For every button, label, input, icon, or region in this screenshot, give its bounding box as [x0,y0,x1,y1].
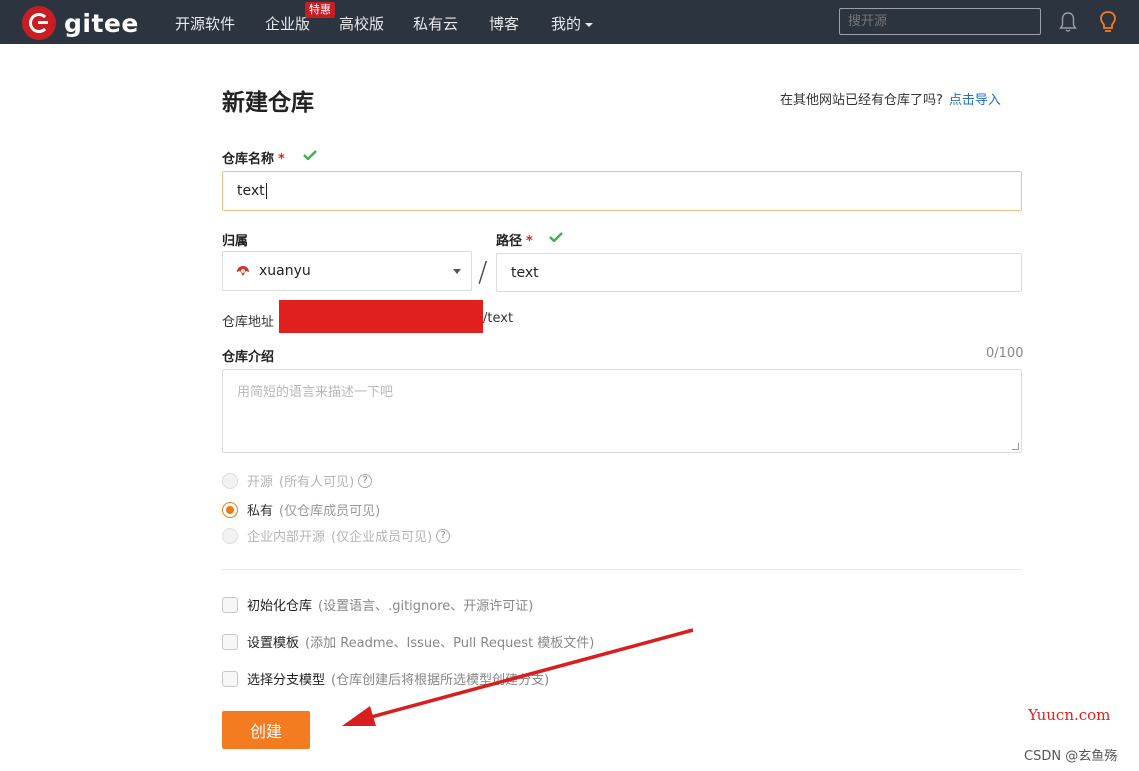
visibility-open-source[interactable]: 开源 (所有人可见) ? [222,471,373,490]
import-link[interactable]: 点击导入 [949,93,1001,108]
intro-label: 仓库介绍 [222,350,275,365]
repo-name-label-text: 仓库名称 [222,152,275,167]
path-value: text [511,264,539,281]
help-icon[interactable]: ? [436,528,451,543]
radio-note: (所有人可见) [279,475,355,490]
path-label: 路径 * [496,230,533,249]
checkbox[interactable] [222,670,238,687]
nav-open-source[interactable]: 开源软件 [175,13,235,34]
owner-label: 归属 [222,234,249,249]
repo-name-label: 仓库名称 * [222,148,285,167]
required-mark: * [278,152,285,167]
checkbox[interactable] [222,633,238,650]
option-label: 初始化仓库 [247,599,313,614]
nav-mine-menu[interactable]: 我的 [551,13,594,34]
owner-select[interactable]: xuanyu [222,251,472,291]
import-hint: 在其他网站已经有仓库了吗? 点击导入 [780,89,1001,108]
gitee-logo[interactable]: gitee [22,6,139,40]
check-icon [303,150,317,160]
watermark-csdn: CSDN @玄鱼殇 [1024,749,1118,764]
option-note: (设置语言、.gitignore、开源许可证) [318,599,534,614]
chevron-down-icon [585,22,594,27]
watermark-yuucn: Yuucn.com [1028,706,1111,724]
page-title: 新建仓库 [222,90,314,116]
option-init-repo[interactable]: 初始化仓库 (设置语言、.gitignore、开源许可证) [222,595,533,614]
nav-mine-label: 我的 [551,15,582,33]
radio-button[interactable] [222,527,238,544]
nav-education[interactable]: 高校版 [339,13,384,34]
lightbulb-icon[interactable] [1099,10,1117,34]
logo-text: gitee [64,8,139,38]
path-label-text: 路径 [496,234,523,249]
resize-handle[interactable] [1012,443,1019,450]
owner-value: xuanyu [259,263,311,279]
promo-badge: 特惠 [305,2,335,18]
import-hint-text: 在其他网站已经有仓库了吗? [780,93,943,108]
repo-address-label: 仓库地址 [222,315,275,330]
radio-button[interactable] [222,472,238,489]
nav-enterprise[interactable]: 企业版 [265,13,310,34]
annotation-arrow-icon [342,628,694,726]
redaction-box [279,300,483,333]
required-mark: * [526,234,533,249]
repo-name-input[interactable]: text [222,171,1022,211]
help-icon[interactable]: ? [358,473,373,488]
user-avatar-icon [237,266,249,276]
nav-private-cloud[interactable]: 私有云 [413,13,458,34]
option-label: 选择分支模型 [247,673,326,688]
checkbox[interactable] [222,596,238,613]
divider [222,569,1022,570]
radio-label: 企业内部开源 [247,530,326,545]
repo-address-suffix: /text [483,311,514,326]
intro-placeholder: 用简短的语言来描述一下吧 [237,385,394,400]
check-icon [549,232,563,242]
radio-button[interactable] [222,501,238,518]
intro-textarea[interactable]: 用简短的语言来描述一下吧 [222,369,1022,453]
top-navbar: gitee 开源软件 企业版 特惠 高校版 私有云 博客 我的 [0,0,1139,44]
radio-note: (仅仓库成员可见) [279,504,381,519]
bell-icon[interactable] [1059,11,1077,33]
radio-label: 私有 [247,504,274,519]
create-button[interactable]: 创建 [222,711,310,749]
visibility-private[interactable]: 私有 (仅仓库成员可见) [222,500,380,519]
text-cursor [265,183,267,199]
path-input[interactable]: text [496,253,1022,292]
radio-label: 开源 [247,475,274,490]
chevron-down-icon [453,269,461,274]
nav-blog[interactable]: 博客 [489,13,519,34]
option-label: 设置模板 [247,636,300,651]
gitee-logo-icon [22,6,56,40]
radio-note: (仅企业成员可见) [331,530,433,545]
path-separator: / [478,255,488,288]
search-input[interactable] [839,8,1041,35]
visibility-enterprise[interactable]: 企业内部开源 (仅企业成员可见) ? [222,526,451,545]
repo-name-value: text [237,183,265,199]
intro-char-counter: 0/100 [986,346,1024,361]
